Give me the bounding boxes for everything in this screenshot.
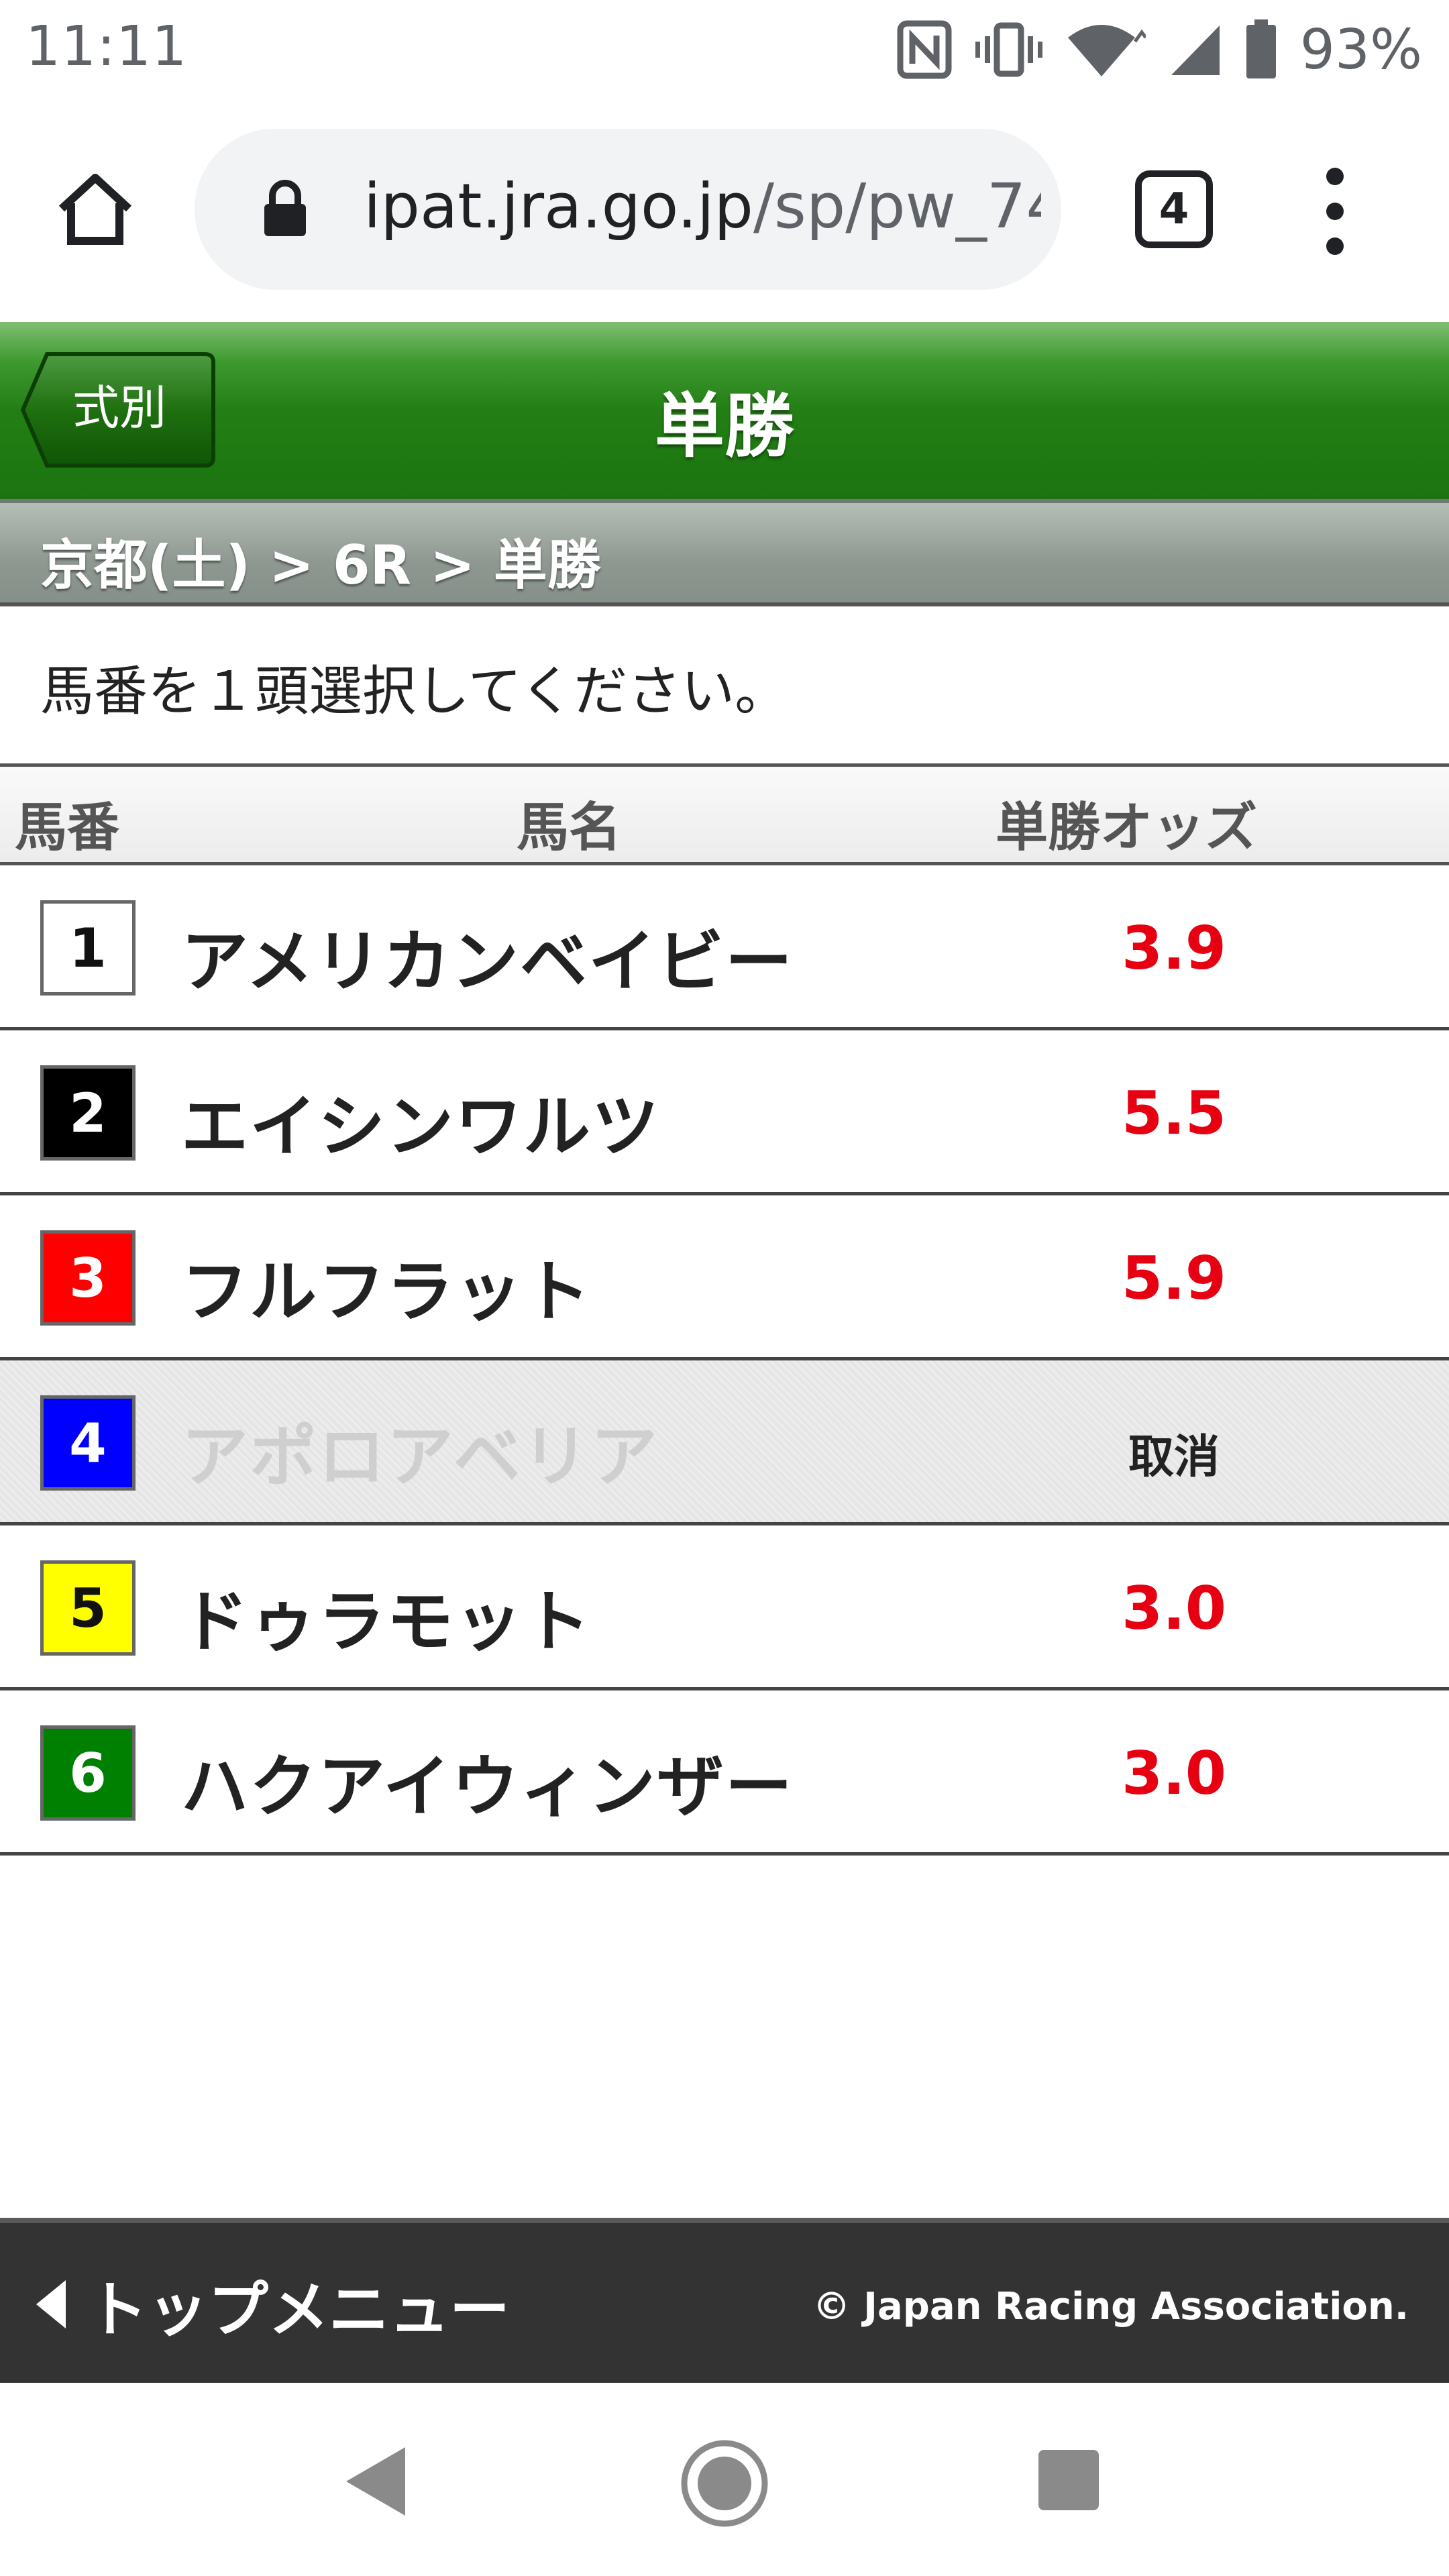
win-odds: 3.0 bbox=[1122, 1739, 1226, 1808]
menu-dot-icon bbox=[1326, 168, 1344, 185]
address-bar[interactable]: ipat.jra.go.jp/sp/pw_74 bbox=[195, 129, 1061, 290]
page-header: 式別 単勝 bbox=[0, 322, 1449, 499]
horse-name: アメリカンベイビー bbox=[181, 922, 794, 1001]
horse-name: アポロアベリア bbox=[181, 1417, 659, 1496]
nav-recents-icon[interactable] bbox=[1038, 2450, 1099, 2510]
battery-percentage: 93% bbox=[1299, 17, 1422, 82]
scratched-label: 取消 bbox=[1128, 1431, 1220, 1484]
left-triangle-icon bbox=[36, 2280, 66, 2328]
horse-row-5[interactable]: 5 ドゥラモット 3.0 bbox=[0, 1525, 1449, 1690]
menu-dot-icon bbox=[1326, 203, 1344, 220]
url-host: ipat.jra.go.jp bbox=[364, 170, 753, 242]
horse-name: ドゥラモット bbox=[181, 1582, 592, 1661]
status-time: 11:11 bbox=[25, 15, 188, 78]
browser-toolbar: ipat.jra.go.jp/sp/pw_74 4 bbox=[0, 101, 1449, 322]
horse-row-2[interactable]: 2 エイシンワルツ 5.5 bbox=[0, 1030, 1449, 1195]
win-odds: 5.9 bbox=[1122, 1244, 1226, 1313]
system-nav-bar bbox=[0, 2383, 1449, 2576]
horse-number-badge: 5 bbox=[40, 1560, 136, 1656]
menu-dot-icon bbox=[1326, 237, 1344, 255]
battery-icon bbox=[1246, 19, 1276, 78]
status-icons: 93% bbox=[896, 15, 1422, 85]
top-menu-link[interactable]: トップメニュー bbox=[34, 2261, 510, 2348]
horse-name: ハクアイウィンザー bbox=[181, 1748, 794, 1826]
copyright-text: © Japan Racing Association. bbox=[812, 2285, 1409, 2328]
win-odds: 3.9 bbox=[1122, 914, 1226, 983]
horse-name: エイシンワルツ bbox=[181, 1087, 660, 1166]
horse-number-badge: 1 bbox=[40, 900, 136, 996]
win-odds: 5.5 bbox=[1122, 1079, 1226, 1148]
breadcrumb-text: 京都(土) > 6R > 単勝 bbox=[40, 534, 601, 596]
horse-number-badge: 3 bbox=[40, 1230, 136, 1326]
instruction-text: 馬番を１頭選択してください。 bbox=[40, 660, 789, 722]
column-header-name: 馬名 bbox=[517, 798, 622, 858]
horse-number-badge: 4 bbox=[40, 1395, 136, 1491]
nav-home-icon[interactable] bbox=[679, 2438, 770, 2529]
home-button[interactable] bbox=[48, 162, 142, 256]
column-header-number: 馬番 bbox=[15, 798, 120, 858]
horse-list: 1 アメリカンベイビー 3.9 2 エイシンワルツ 5.5 3 フルフラット 5… bbox=[0, 865, 1449, 1856]
browser-menu-button[interactable] bbox=[1308, 168, 1362, 255]
status-bar: 11:11 93% bbox=[0, 0, 1449, 101]
horse-row-4-scratched: 4 アポロアベリア 取消 bbox=[0, 1360, 1449, 1525]
top-menu-label: トップメニュー bbox=[87, 2275, 510, 2345]
url-path: /sp/pw_74 bbox=[753, 170, 1041, 242]
home-icon bbox=[58, 174, 132, 245]
horse-row-6[interactable]: 6 ハクアイウィンザー 3.0 bbox=[0, 1690, 1449, 1856]
lock-icon bbox=[264, 180, 306, 236]
table-header: 馬番 馬名 単勝オッズ bbox=[0, 763, 1449, 865]
signal-icon bbox=[1171, 25, 1220, 75]
vibrate-icon bbox=[975, 22, 1042, 77]
url-text[interactable]: ipat.jra.go.jp/sp/pw_74 bbox=[364, 170, 1041, 242]
nav-back-icon[interactable] bbox=[342, 2445, 409, 2518]
wifi-icon bbox=[1067, 25, 1146, 76]
horse-number-badge: 6 bbox=[40, 1725, 136, 1821]
nfc-icon bbox=[897, 20, 952, 79]
win-odds: 3.0 bbox=[1122, 1574, 1226, 1643]
breadcrumb: 京都(土) > 6R > 単勝 bbox=[0, 499, 1449, 606]
page-title: 単勝 bbox=[654, 385, 794, 467]
horse-number-badge: 2 bbox=[40, 1065, 136, 1161]
horse-name: フルフラット bbox=[181, 1252, 592, 1331]
horse-row-1[interactable]: 1 アメリカンベイビー 3.9 bbox=[0, 865, 1449, 1030]
footer: トップメニュー © Japan Racing Association. bbox=[0, 2218, 1449, 2383]
column-header-odds: 単勝オッズ bbox=[996, 798, 1258, 858]
horse-row-3[interactable]: 3 フルフラット 5.9 bbox=[0, 1195, 1449, 1360]
tab-switcher-button[interactable]: 4 bbox=[1135, 170, 1213, 248]
